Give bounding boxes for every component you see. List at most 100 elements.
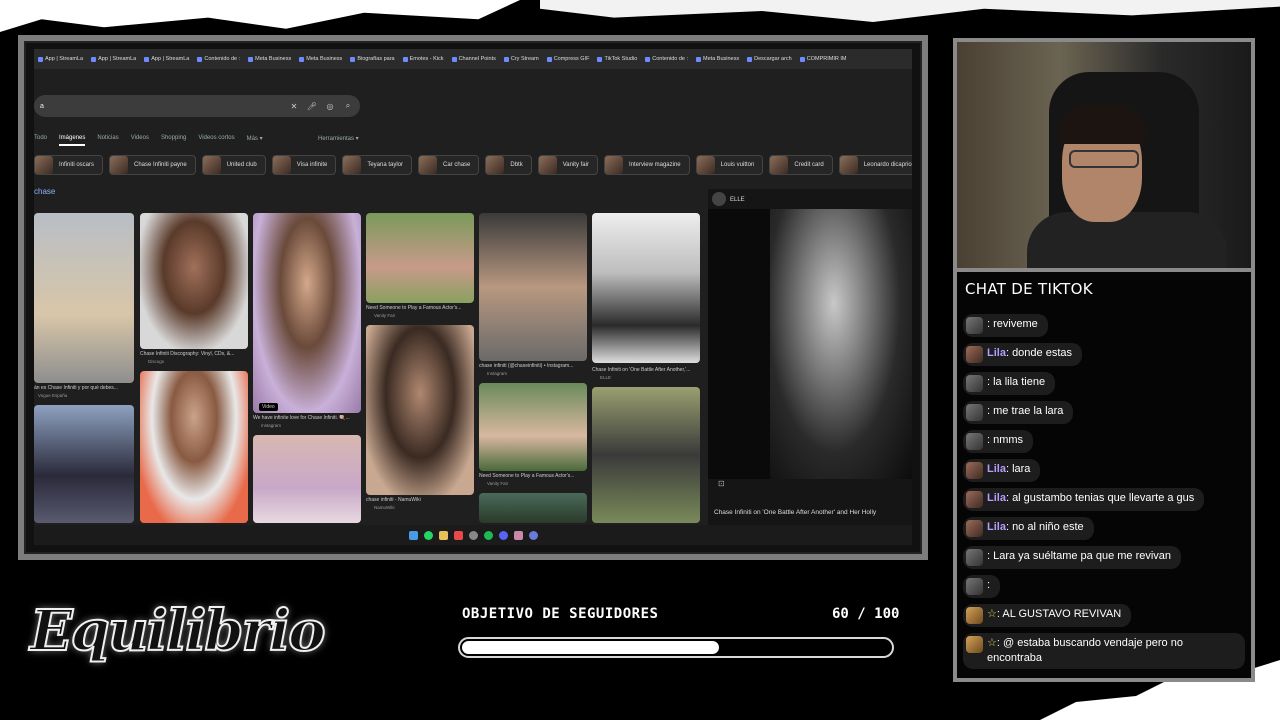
search-tab[interactable]: Todo [34,135,47,146]
user-avatar[interactable] [966,607,983,624]
user-avatar[interactable] [966,520,983,537]
bookmark-item[interactable]: Compress GIF [546,56,589,62]
browser-icon[interactable] [528,530,538,540]
chip-thumbnail [538,156,557,174]
bookmark-item[interactable]: App | StreamLa [38,56,83,62]
result-caption[interactable]: Chase Infiniti on 'One Battle After Anot… [592,367,700,373]
bookmark-item[interactable]: Descargar arch [747,56,792,62]
result-caption[interactable]: chase infiniti - NamuWiki [366,497,474,503]
bookmark-icon [799,56,805,62]
chat-message-body: ☆: AL GUSTAVO REVIVAN [987,607,1121,622]
user-avatar[interactable] [966,346,983,363]
result-image[interactable] [592,213,700,363]
related-search-chip[interactable]: Teyana taylor [342,155,413,175]
chat-username[interactable]: ☆ [987,637,997,649]
chat-username[interactable]: Lila [987,463,1006,475]
lens-icon[interactable]: ◎ [324,100,336,112]
user-avatar[interactable] [966,375,983,392]
user-avatar[interactable] [966,433,983,450]
related-search-chip[interactable]: Chase Infiniti payne [109,155,196,175]
search-tab[interactable]: Imágenes [59,135,86,146]
search-tab[interactable]: Noticias [97,135,118,146]
search-tab[interactable]: Videos cortos [198,135,234,146]
result-caption[interactable]: Need Someone to Play a Famous Actor's... [479,473,587,479]
chat-username[interactable]: Lila [987,521,1006,533]
bookmark-item[interactable]: COMPRIMIR IM [799,56,846,62]
related-search-chip[interactable]: Visa infinite [271,155,337,175]
whatsapp-icon[interactable] [423,530,433,540]
user-avatar[interactable] [966,549,983,566]
user-avatar[interactable] [966,317,983,334]
result-image[interactable] [140,371,248,523]
clear-icon[interactable]: ✕ [288,100,300,112]
bookmark-item[interactable]: TikTok Studio [597,56,637,62]
bookmark-item[interactable]: Meta Business [696,56,739,62]
result-image[interactable] [592,387,700,523]
result-image[interactable] [140,213,248,349]
search-tab[interactable]: Videos [131,135,149,146]
bookmark-item[interactable]: Meta Business [248,56,291,62]
preview-image[interactable] [770,209,912,479]
bookmark-item[interactable]: Biografías para [350,56,395,62]
user-avatar[interactable] [966,462,983,479]
preview-source[interactable]: ELLE [730,197,745,203]
search-bar[interactable]: a ✕ 🎤︎ ◎ ⌕ [34,95,360,117]
bookmark-item[interactable]: Emotes - Kick [402,56,444,62]
result-caption[interactable]: án es Chase Infiniti y por qué debes... [34,385,134,391]
app-red-icon[interactable] [453,530,463,540]
user-avatar[interactable] [966,578,983,595]
result-image[interactable] [34,405,134,523]
related-search-chip[interactable]: Leonardo dicaprio [838,155,912,175]
tools-menu[interactable]: Herramientas ▾ [318,135,359,142]
related-search-chip[interactable]: United club [201,155,266,175]
search-tab[interactable]: Más ▾ [247,135,263,146]
folder-icon[interactable] [438,530,448,540]
result-caption[interactable]: Need Someone to Play a Famous Actor's... [366,305,474,311]
result-image[interactable] [253,213,361,413]
related-search-chip[interactable]: Infiniti oscars [34,155,104,175]
bookmark-item[interactable]: App | StreamLa [91,56,136,62]
chip-label: Car chase [443,162,471,168]
app-pink-icon[interactable] [513,530,523,540]
discord-icon[interactable] [498,530,508,540]
related-search-chip[interactable]: Dbtk [485,155,532,175]
start-icon[interactable] [408,530,418,540]
result-caption[interactable]: Chase Infiniti Discography: Vinyl, CDs, … [140,351,248,357]
related-search-chip[interactable]: Interview magazine [603,155,690,175]
preview-caption[interactable]: Chase Infiniti on 'One Battle After Anot… [714,509,876,516]
chat-username[interactable]: Lila [987,347,1006,359]
result-image[interactable] [366,213,474,303]
chip-label: Dbtk [510,162,523,168]
related-search-chip[interactable]: Credit card [769,155,833,175]
result-image[interactable] [479,493,587,523]
result-image[interactable] [366,325,474,495]
user-avatar[interactable] [966,636,983,653]
related-search-chip[interactable]: Car chase [418,155,480,175]
result-caption[interactable]: We have infinite love for Chase Infiniti… [253,415,361,421]
spotify-icon[interactable] [483,530,493,540]
user-avatar[interactable] [966,491,983,508]
result-image[interactable] [479,383,587,471]
bookmark-item[interactable]: Contenido de : [645,56,688,62]
result-image[interactable] [34,213,134,383]
bookmark-item[interactable]: Contenido de : [197,56,240,62]
user-avatar[interactable] [966,404,983,421]
bookmark-item[interactable]: Cry Stream [503,56,539,62]
bookmark-item[interactable]: App | StreamLa [144,56,189,62]
related-search-chip[interactable]: Louis vuitton [695,155,764,175]
visual-search-icon[interactable]: ⊡ [718,479,725,488]
search-tab[interactable]: Shopping [161,135,186,146]
search-icon[interactable]: ⌕ [342,100,354,112]
search-input[interactable]: a [40,103,288,110]
github-icon[interactable] [468,530,478,540]
bookmark-item[interactable]: Meta Business [299,56,342,62]
query-link[interactable]: chase [34,187,55,196]
result-caption[interactable]: chase infiniti (@chaseinfiniti) • Instag… [479,363,587,369]
bookmark-item[interactable]: Channel Points [451,56,496,62]
chat-username[interactable]: ☆ [987,608,997,620]
chat-username[interactable]: Lila [987,492,1006,504]
result-image[interactable] [253,435,361,523]
result-image[interactable] [479,213,587,361]
microphone-icon[interactable]: 🎤︎ [306,100,318,112]
related-search-chip[interactable]: Vanity fair [537,155,598,175]
